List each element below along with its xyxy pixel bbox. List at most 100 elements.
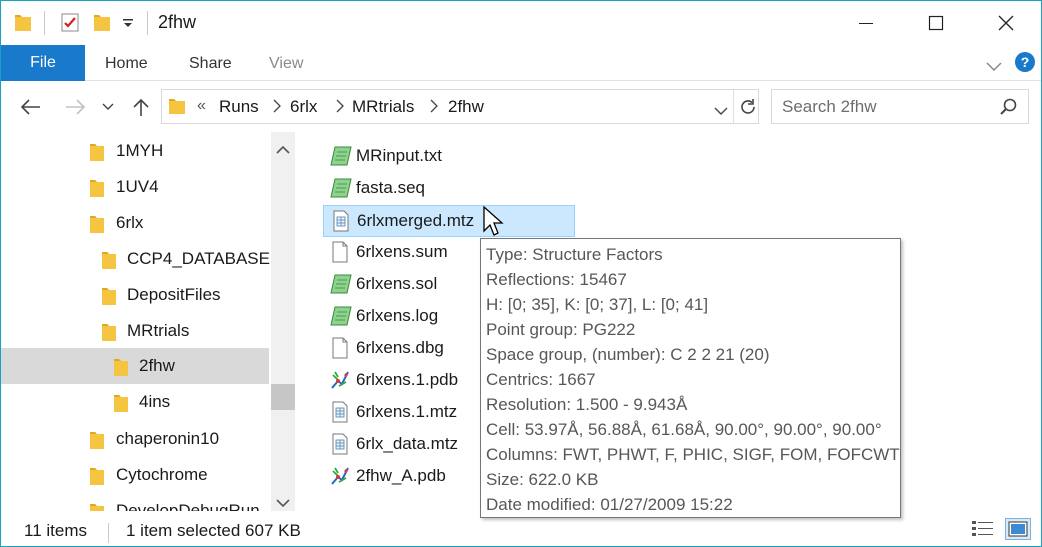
notepad-icon <box>329 273 353 300</box>
forward-button[interactable] <box>61 94 89 120</box>
minimize-icon <box>859 23 873 24</box>
customize-quick-access-icon[interactable] <box>121 15 135 35</box>
close-icon <box>998 15 1014 31</box>
data-file-icon <box>330 210 352 237</box>
file-name: 6rlxens.log <box>356 306 439 325</box>
tab-file[interactable]: File <box>1 45 85 81</box>
nav-scrollbar[interactable] <box>271 132 295 511</box>
tooltip-size: Size: 622.0 KB <box>486 470 599 489</box>
tooltip-cell: Cell: 53.97Å, 56.88Å, 61.68Å, 90.00°, 90… <box>486 420 882 439</box>
back-button[interactable] <box>17 94 45 120</box>
blank-file-icon <box>329 241 351 268</box>
nav-item-label: 2fhw <box>139 356 175 375</box>
status-divider <box>108 523 109 543</box>
scroll-up-icon[interactable] <box>276 140 290 160</box>
tab-view[interactable]: View <box>269 55 303 73</box>
nav-item-6rlx[interactable]: 6rlx <box>1 205 269 241</box>
details-view-icon[interactable] <box>971 519 995 544</box>
svg-text:?: ? <box>1021 54 1030 70</box>
molecule-icon <box>329 369 351 396</box>
overflow-chevron[interactable]: « <box>197 97 206 115</box>
status-bar: 11 items 1 item selected 607 KB <box>1 513 1041 546</box>
new-folder-icon[interactable] <box>92 11 112 38</box>
ribbon-tabs: File Home Share View ? <box>1 45 1041 81</box>
scroll-thumb[interactable] <box>271 384 295 410</box>
folder-icon <box>168 96 186 121</box>
file-item[interactable]: fasta.seq <box>323 173 575 205</box>
breadcrumb-separator-icon[interactable] <box>336 99 344 116</box>
scroll-down-icon[interactable] <box>276 493 290 511</box>
notepad-icon <box>329 305 353 332</box>
breadcrumb-mrtrials[interactable]: MRtrials <box>352 97 414 117</box>
search-input[interactable]: Search 2fhw <box>771 89 1029 124</box>
item-count: 11 items <box>24 521 87 540</box>
folder-icon <box>101 250 117 275</box>
breadcrumb-runs[interactable]: Runs <box>219 97 259 117</box>
nav-item-1uv4[interactable]: 1UV4 <box>1 169 269 205</box>
breadcrumb-2fhw[interactable]: 2fhw <box>448 97 484 117</box>
navigation-pane: 1MYH 1UV4 6rlx CCP4_DATABASE DepositFile… <box>1 132 295 511</box>
nav-item-label: DepositFiles <box>127 285 221 304</box>
tab-share[interactable]: Share <box>189 55 232 73</box>
data-file-icon <box>329 433 351 460</box>
nav-item-mrtrials[interactable]: MRtrials <box>1 313 269 349</box>
nav-item-chaperonin10[interactable]: chaperonin10 <box>1 421 269 457</box>
breadcrumb-6rlx[interactable]: 6rlx <box>290 97 317 117</box>
address-row: « Runs 6rlx MRtrials 2fhw Search 2fhw <box>1 82 1041 132</box>
nav-item-ccp4-database[interactable]: CCP4_DATABASE <box>1 241 270 277</box>
nav-item-depositfiles[interactable]: DepositFiles <box>1 277 269 313</box>
title-divider <box>147 11 148 35</box>
file-item[interactable]: MRinput.txt <box>323 141 575 173</box>
file-info-tooltip: Type: Structure Factors Reflections: 154… <box>480 238 901 518</box>
file-item-selected[interactable]: 6rlxmerged.mtz <box>323 205 575 237</box>
folder-icon <box>89 430 105 455</box>
maximize-button[interactable] <box>901 1 971 45</box>
tooltip-centrics: Centrics: 1667 <box>486 370 596 389</box>
nav-item-developdebugrun[interactable]: DevelopDebugRun <box>1 493 269 511</box>
nav-item-label: 4ins <box>139 392 171 411</box>
nav-item-4ins[interactable]: 4ins <box>1 384 269 420</box>
tooltip-type: Type: Structure Factors <box>486 245 663 264</box>
nav-item-label: chaperonin10 <box>116 429 220 448</box>
large-icons-view-icon[interactable] <box>1005 518 1031 540</box>
file-name: 6rlxens.1.mtz <box>356 402 458 421</box>
search-icon[interactable] <box>1000 98 1018 121</box>
refresh-icon[interactable] <box>738 97 758 122</box>
folder-icon <box>113 357 129 382</box>
tooltip-columns: Columns: FWT, PHWT, F, PHIC, SIGF, FOM, … <box>486 445 900 464</box>
nav-item-label: Cytochrome <box>116 465 208 484</box>
tooltip-point-group: Point group: PG222 <box>486 320 636 339</box>
address-dropdown-icon[interactable] <box>714 101 728 121</box>
data-file-icon <box>329 401 351 428</box>
tab-home[interactable]: Home <box>105 55 148 73</box>
file-name: MRinput.txt <box>356 146 442 165</box>
folder-icon <box>101 286 117 311</box>
up-button[interactable] <box>127 94 155 120</box>
folder-icon <box>89 142 105 167</box>
nav-item-1myh[interactable]: 1MYH <box>1 133 269 169</box>
folder-icon <box>101 322 117 347</box>
nav-item-label: 1UV4 <box>116 177 159 196</box>
address-bar[interactable]: « Runs 6rlx MRtrials 2fhw <box>161 89 759 124</box>
folder-icon <box>89 466 105 491</box>
file-name: 6rlx_data.mtz <box>356 434 459 453</box>
maximize-icon <box>928 15 944 31</box>
tooltip-hkl-range: H: [0; 35], K: [0; 37], L: [0; 41] <box>486 295 709 314</box>
nav-item-cytochrome[interactable]: Cytochrome <box>1 457 269 493</box>
address-divider <box>733 90 734 123</box>
qa-divider <box>44 11 45 35</box>
help-icon[interactable]: ? <box>1014 51 1036 78</box>
breadcrumb-separator-icon[interactable] <box>273 99 281 116</box>
recent-locations-button[interactable] <box>97 94 119 120</box>
breadcrumb-separator-icon[interactable] <box>430 99 438 116</box>
tooltip-space-group: Space group, (number): C 2 2 21 (20) <box>486 345 770 364</box>
tooltip-reflections: Reflections: 15467 <box>486 270 627 289</box>
minimize-button[interactable] <box>831 1 901 45</box>
title-bar: 2fhw <box>1 1 1041 45</box>
properties-icon[interactable] <box>59 11 81 38</box>
selection-info: 1 item selected 607 KB <box>126 521 301 540</box>
close-button[interactable] <box>971 1 1041 45</box>
file-name: fasta.seq <box>356 178 425 197</box>
expand-ribbon-icon[interactable] <box>985 57 1003 77</box>
nav-item-2fhw[interactable]: 2fhw <box>1 348 269 384</box>
